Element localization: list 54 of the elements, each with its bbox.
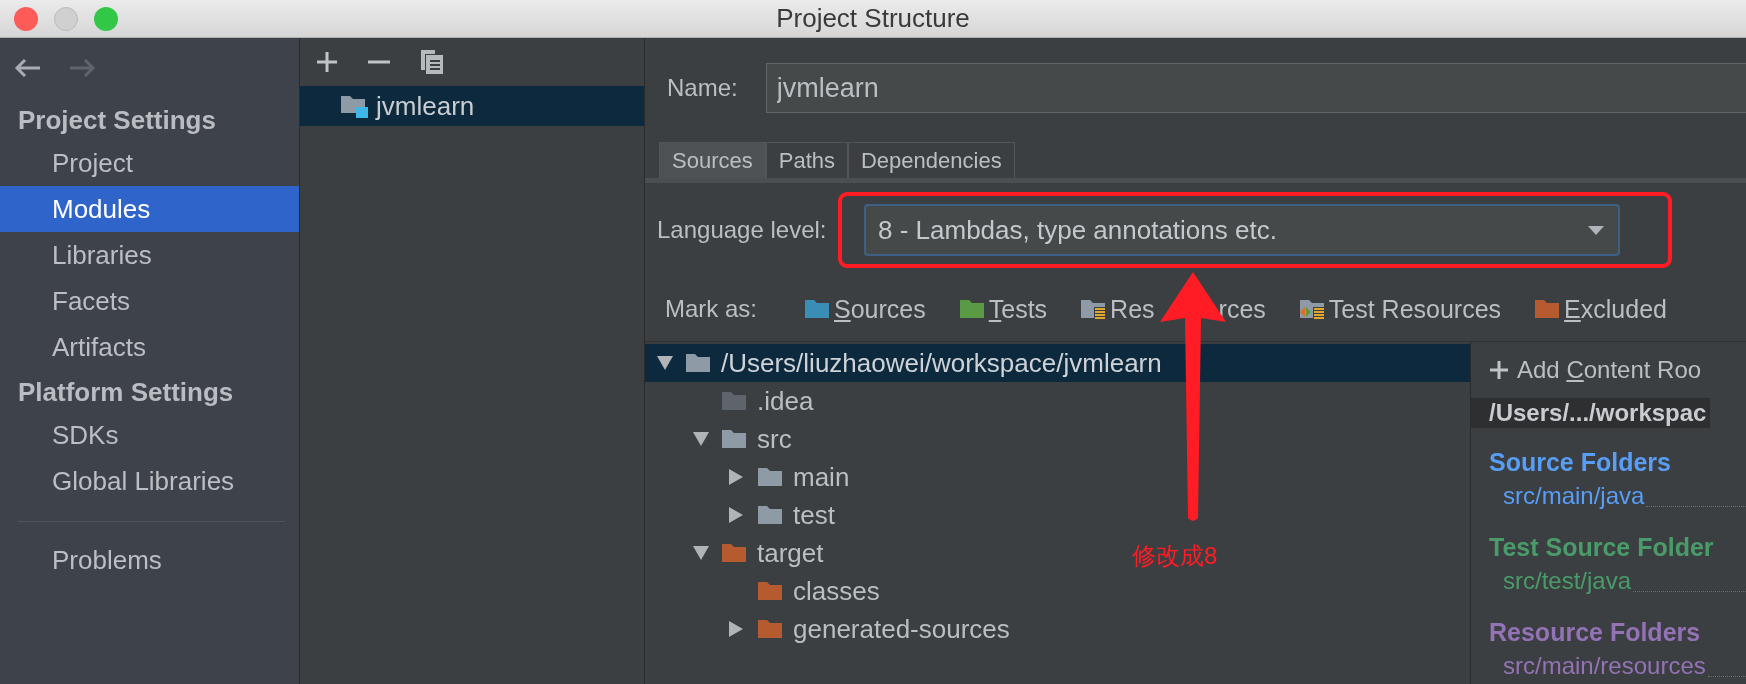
expanded-arrow-icon[interactable]: [693, 546, 709, 560]
mark-as-button[interactable]: Tests: [958, 294, 1048, 324]
add-icon: [1489, 360, 1509, 380]
name-field[interactable]: jvmlearn: [765, 63, 1746, 113]
tab[interactable]: Paths: [765, 142, 848, 178]
language-level-label: Language level:: [657, 216, 827, 244]
module-item[interactable]: jvmlearn: [300, 86, 644, 126]
expanded-arrow-icon[interactable]: [693, 432, 709, 446]
section-heading: Platform Settings: [17, 376, 235, 409]
tree-item[interactable]: test: [793, 499, 835, 531]
tab[interactable]: Dependencies: [848, 142, 1015, 178]
add-content-root-button[interactable]: Add Content Roo: [1471, 342, 1702, 398]
tree-item[interactable]: src: [757, 423, 792, 455]
tree-item[interactable]: main: [793, 461, 850, 493]
sidebar-item[interactable]: Facets: [0, 278, 299, 324]
sidebar-item[interactable]: SDKs: [0, 412, 299, 458]
sidebar-item[interactable]: Problems: [0, 537, 299, 583]
copy-icon[interactable]: [420, 49, 444, 75]
mark-as-button[interactable]: Test Resources: [1298, 294, 1502, 324]
back-icon[interactable]: [14, 58, 42, 78]
tree-item[interactable]: .idea: [757, 385, 814, 417]
module-folder-icon: [340, 93, 370, 119]
language-level-dropdown[interactable]: 8 - Lambdas, type annotations etc.: [864, 204, 1620, 256]
caret-icon: [1588, 225, 1604, 235]
tree-item[interactable]: target: [757, 537, 824, 569]
sidebar-item[interactable]: Modules: [0, 186, 299, 232]
collapsed-arrow-icon[interactable]: [729, 621, 743, 637]
collapsed-arrow-icon[interactable]: [729, 469, 743, 485]
sidebar-item[interactable]: Libraries: [0, 232, 299, 278]
folder-group-title: Resource Folders: [1489, 617, 1701, 648]
add-icon[interactable]: [316, 51, 338, 73]
sidebar-item[interactable]: Project: [0, 140, 299, 186]
mark-as-label: Mark as:: [665, 295, 757, 323]
folder-path[interactable]: src/main/java: [1503, 482, 1645, 510]
tab[interactable]: Sources: [659, 142, 766, 178]
mark-as-button[interactable]: Res rces: [1080, 294, 1266, 324]
tree-item[interactable]: generated-sources: [793, 613, 1010, 645]
mark-as-button[interactable]: Excluded: [1534, 294, 1667, 324]
tree-item[interactable]: /Users/liuzhaowei/workspace/jvmlearn: [721, 347, 1162, 379]
window-title: Project Structure: [775, 3, 971, 34]
folder-path[interactable]: src/test/java: [1503, 567, 1632, 595]
content-root-path: /Users/.../workspac: [1471, 398, 1711, 428]
tree-item[interactable]: classes: [793, 575, 880, 607]
section-heading: Project Settings: [17, 104, 217, 137]
collapsed-arrow-icon[interactable]: [729, 507, 743, 523]
annotation-text: 修改成8: [1132, 541, 1218, 571]
name-label: Name:: [667, 74, 738, 102]
close-button[interactable]: [14, 6, 38, 31]
sidebar-item[interactable]: Global Libraries: [0, 458, 299, 504]
sidebar-item[interactable]: Artifacts: [0, 324, 299, 370]
folder-group-title: Test Source Folder: [1489, 532, 1714, 563]
expanded-arrow-icon[interactable]: [657, 356, 673, 370]
folder-group-title: Source Folders: [1489, 447, 1671, 478]
mark-as-button[interactable]: Sources: [804, 294, 926, 324]
